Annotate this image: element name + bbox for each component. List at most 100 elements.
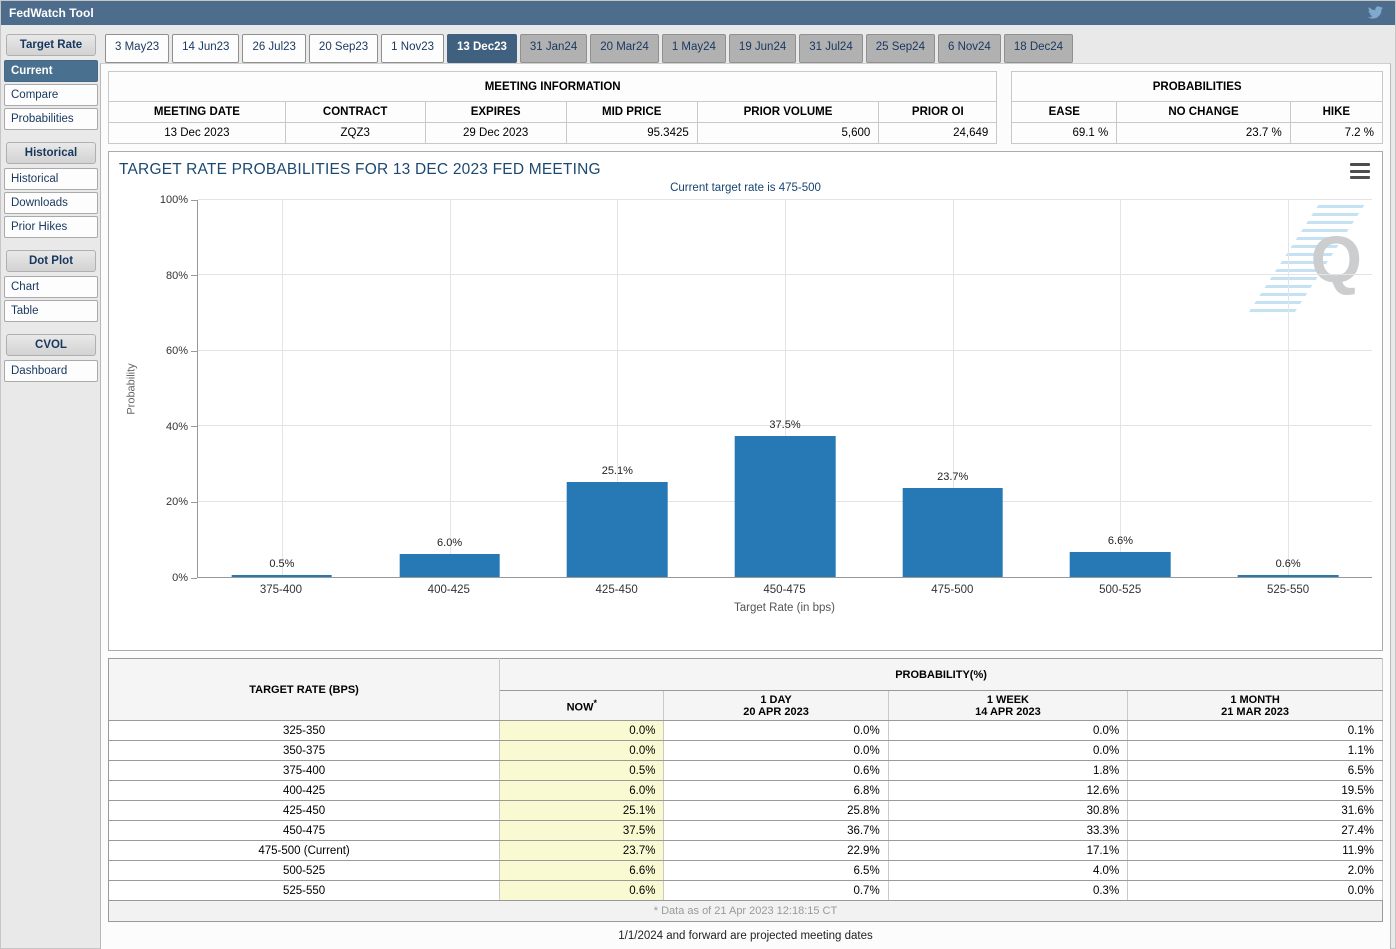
content-panel: MEETING INFORMATION MEETING DATECONTRACT…: [100, 63, 1391, 949]
tab-19-jun24[interactable]: 19 Jun24: [729, 34, 796, 63]
table-row: 500-5256.6%6.5%4.0%2.0%: [109, 861, 1383, 881]
probability-cell: 6.6%: [500, 861, 664, 881]
probability-cell: 27.4%: [1128, 821, 1383, 841]
table-row: 375-4000.5%0.6%1.8%6.5%: [109, 761, 1383, 781]
bar-value-label: 0.6%: [1276, 558, 1301, 570]
one-month-column-header: 1 MONTH21 MAR 2023: [1128, 691, 1383, 721]
probability-history-table: TARGET RATE (BPS) PROBABILITY(%) NOW* 1 …: [108, 658, 1383, 922]
bar-group-525-550: 0.6%: [1204, 200, 1372, 577]
sidebar-item-current[interactable]: Current: [4, 60, 98, 82]
probability-cell: 25.1%: [500, 801, 664, 821]
sidebar-item-prior-hikes[interactable]: Prior Hikes: [4, 216, 98, 238]
meeting-date-tabbar: 3 May2314 Jun2326 Jul2320 Sep231 Nov2313…: [105, 34, 1391, 63]
bar-425-450: [567, 482, 668, 577]
bar-500-525: [1070, 552, 1171, 577]
mi-value-expires: 29 Dec 2023: [425, 123, 566, 144]
rate-cell: 325-350: [109, 721, 500, 741]
tab-6-nov24[interactable]: 6 Nov24: [938, 34, 1001, 63]
bar-group-500-525: 6.6%: [1037, 200, 1205, 577]
probability-cell: 12.6%: [888, 781, 1128, 801]
mi-value-mid-price: 95.3425: [566, 123, 697, 144]
mi-value-prior-volume: 5,600: [697, 123, 879, 144]
rate-cell: 350-375: [109, 741, 500, 761]
bar-chart: Probability 0%20%40%60%80%100% Q 0.5%6.0…: [119, 200, 1372, 624]
probability-cell: 36.7%: [664, 821, 888, 841]
sidebar-section-target-rate: Target Rate: [6, 34, 96, 56]
gridline-vertical: [1288, 200, 1289, 577]
bar-value-label: 37.5%: [769, 419, 800, 431]
now-column-header: NOW*: [500, 691, 664, 721]
gridline-vertical: [1120, 200, 1121, 577]
tab-31-jan24[interactable]: 31 Jan24: [520, 34, 587, 63]
ps-value-hike: 7.2 %: [1290, 123, 1382, 144]
rate-cell: 375-400: [109, 761, 500, 781]
mi-value-contract: ZQZ3: [285, 123, 425, 144]
mi-col-mid-price: MID PRICE: [566, 102, 697, 123]
probability-cell: 23.7%: [500, 841, 664, 861]
sidebar-item-compare[interactable]: Compare: [4, 84, 98, 106]
tab-31-jul24[interactable]: 31 Jul24: [799, 34, 862, 63]
chart-panel: TARGET RATE PROBABILITIES FOR 13 DEC 202…: [108, 151, 1383, 651]
y-axis-ticks: 0%20%40%60%80%100%: [145, 200, 197, 578]
sidebar-item-table[interactable]: Table: [4, 300, 98, 322]
sidebar-item-probabilities[interactable]: Probabilities: [4, 108, 98, 130]
ps-col-ease: EASE: [1012, 102, 1117, 123]
probability-cell: 0.1%: [1128, 721, 1383, 741]
table-row: 425-45025.1%25.8%30.8%31.6%: [109, 801, 1383, 821]
gridline-vertical: [450, 200, 451, 577]
tab-14-jun23[interactable]: 14 Jun23: [172, 34, 239, 63]
y-tick-40: 40%: [166, 419, 197, 434]
x-tick-500-525: 500-525: [1036, 578, 1204, 602]
data-as-of-footnote: * Data as of 21 Apr 2023 12:18:15 CT: [109, 901, 1383, 922]
tab-3-may23[interactable]: 3 May23: [105, 34, 169, 63]
tab-25-sep24[interactable]: 25 Sep24: [866, 34, 935, 63]
target-rate-column-header: TARGET RATE (BPS): [109, 659, 500, 721]
probability-cell: 11.9%: [1128, 841, 1383, 861]
sidebar-item-dashboard[interactable]: Dashboard: [4, 360, 98, 382]
tab-26-jul23[interactable]: 26 Jul23: [242, 34, 305, 63]
chart-subtitle: Current target rate is 475-500: [119, 182, 1372, 194]
probability-cell: 0.3%: [888, 881, 1128, 901]
table-row: 400-4256.0%6.8%12.6%19.5%: [109, 781, 1383, 801]
tab-1-nov23[interactable]: 1 Nov23: [381, 34, 444, 63]
sidebar-item-downloads[interactable]: Downloads: [4, 192, 98, 214]
probability-cell: 0.6%: [664, 761, 888, 781]
y-tick-80: 80%: [166, 268, 197, 283]
rate-cell: 500-525: [109, 861, 500, 881]
gridline-vertical: [282, 200, 283, 577]
x-tick-475-500: 475-500: [868, 578, 1036, 602]
probability-cell: 0.0%: [500, 721, 664, 741]
meeting-information-table: MEETING INFORMATION MEETING DATECONTRACT…: [108, 71, 997, 144]
rate-cell: 525-550: [109, 881, 500, 901]
ps-value-ease: 69.1 %: [1012, 123, 1117, 144]
projected-dates-note: 1/1/2024 and forward are projected meeti…: [108, 922, 1383, 948]
y-tick-0: 0%: [172, 571, 197, 586]
chart-menu-icon[interactable]: [1350, 163, 1370, 179]
probability-cell: 6.5%: [1128, 761, 1383, 781]
tab-13-dec23[interactable]: 13 Dec23: [447, 34, 517, 63]
y-axis-title: Probability: [119, 200, 145, 578]
bar-group-400-425: 6.0%: [366, 200, 534, 577]
bar-value-label: 6.6%: [1108, 535, 1133, 547]
tab-1-may24[interactable]: 1 May24: [662, 34, 726, 63]
plot-area: Q 0.5%6.0%25.1%37.5%23.7%6.6%0.6%: [197, 200, 1372, 578]
ps-value-no-change: 23.7 %: [1117, 123, 1290, 144]
app-title: FedWatch Tool: [9, 6, 94, 20]
tab-20-sep23[interactable]: 20 Sep23: [309, 34, 378, 63]
probability-cell: 37.5%: [500, 821, 664, 841]
one-week-column-header: 1 WEEK14 APR 2023: [888, 691, 1128, 721]
probability-cell: 1.1%: [1128, 741, 1383, 761]
mi-col-contract: CONTRACT: [285, 102, 425, 123]
tab-18-dec24[interactable]: 18 Dec24: [1004, 34, 1073, 63]
bar-group-425-450: 25.1%: [533, 200, 701, 577]
sidebar-item-chart[interactable]: Chart: [4, 276, 98, 298]
table-row: 450-47537.5%36.7%33.3%27.4%: [109, 821, 1383, 841]
main-area: 3 May2314 Jun2326 Jul2320 Sep231 Nov2313…: [100, 34, 1391, 949]
probability-cell: 25.8%: [664, 801, 888, 821]
tab-20-mar24[interactable]: 20 Mar24: [590, 34, 659, 63]
y-tick-20: 20%: [166, 495, 197, 510]
probability-group-header: PROBABILITY(%): [500, 659, 1383, 691]
twitter-icon[interactable]: [1367, 5, 1385, 21]
probability-cell: 30.8%: [888, 801, 1128, 821]
sidebar-item-historical[interactable]: Historical: [4, 168, 98, 190]
